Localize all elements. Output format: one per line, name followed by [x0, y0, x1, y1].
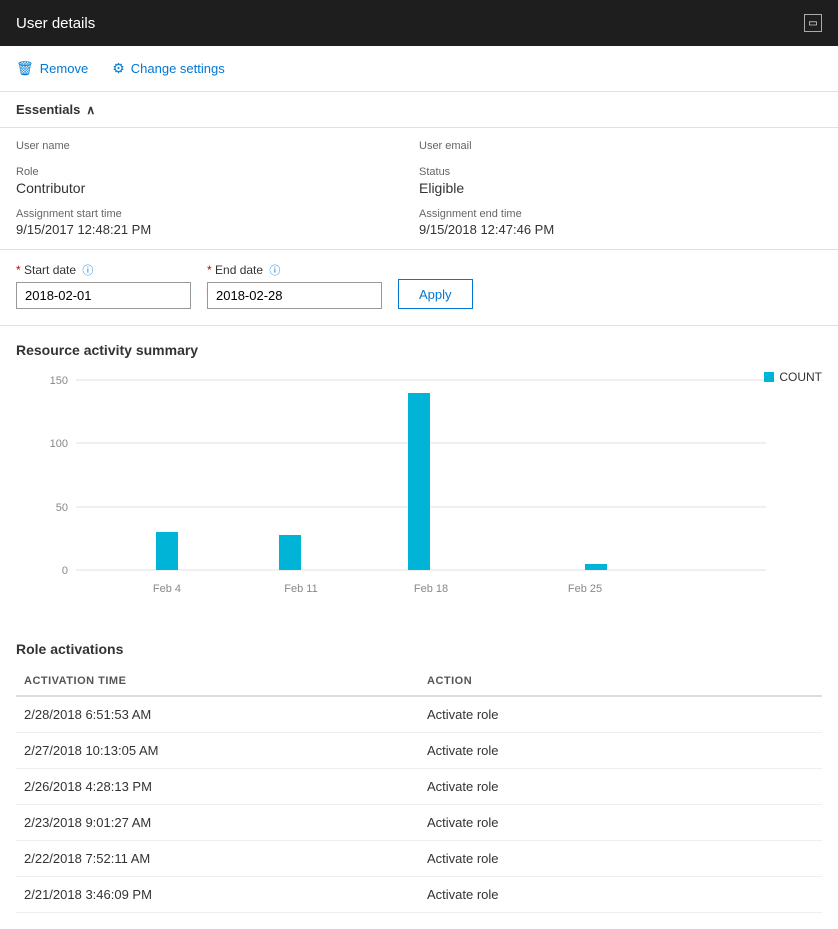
role-activations-section: Role activations ACTIVATION TIME ACTION …	[0, 625, 838, 929]
cell-time: 2/26/2018 4:28:13 PM	[16, 769, 419, 805]
table-row: 2/21/2018 3:46:09 PM Activate role	[16, 877, 822, 913]
table-row: 2/26/2018 4:28:13 PM Activate role	[16, 769, 822, 805]
essentials-grid: User name User email Role Contributor St…	[0, 128, 838, 250]
col-action: ACTION	[419, 669, 822, 696]
legend-label: COUNT	[779, 370, 822, 384]
start-date-label: * Start date ⓘ	[16, 262, 191, 278]
essentials-header: Essentials ∧	[0, 92, 838, 128]
essentials-collapse-icon[interactable]: ∧	[86, 103, 95, 117]
bar-feb25	[585, 564, 607, 570]
table-row: 2/28/2018 6:51:53 AM Activate role	[16, 696, 822, 733]
start-date-input-wrap: 📅	[16, 282, 191, 309]
table-row: 2/23/2018 9:01:27 AM Activate role	[16, 805, 822, 841]
cell-action: Activate role	[419, 841, 822, 877]
end-date-info-icon[interactable]: ⓘ	[269, 265, 280, 277]
remove-icon: 🗑	[16, 60, 34, 77]
role-activations-table: ACTIVATION TIME ACTION 2/28/2018 6:51:53…	[16, 669, 822, 913]
svg-text:Feb 11: Feb 11	[284, 583, 317, 595]
user-email-field: User email	[419, 140, 822, 154]
toolbar: 🗑 Remove ⚙ Change settings	[0, 46, 838, 92]
assignment-start-label: Assignment start time	[16, 208, 419, 220]
table-body: 2/28/2018 6:51:53 AM Activate role 2/27/…	[16, 696, 822, 913]
cell-action: Activate role	[419, 696, 822, 733]
chart-svg: 150 100 50 0 Feb 4 Feb 11 Feb 18 Feb 25	[36, 370, 796, 610]
svg-text:100: 100	[50, 438, 68, 450]
bar-feb18	[408, 393, 430, 570]
remove-label: Remove	[40, 61, 88, 76]
svg-text:Feb 4: Feb 4	[153, 583, 181, 595]
cell-time: 2/27/2018 10:13:05 AM	[16, 733, 419, 769]
start-date-input[interactable]	[25, 288, 201, 303]
chart-section: Resource activity summary COUNT 150 100 …	[0, 326, 838, 625]
user-name-field: User name	[16, 140, 419, 154]
bar-feb11	[279, 535, 301, 570]
restore-button[interactable]: ▭	[804, 14, 822, 32]
table-header: ACTIVATION TIME ACTION	[16, 669, 822, 696]
svg-text:150: 150	[50, 375, 68, 387]
cell-time: 2/23/2018 9:01:27 AM	[16, 805, 419, 841]
status-field: Status Eligible	[419, 166, 822, 196]
assignment-end-label: Assignment end time	[419, 208, 822, 220]
status-label: Status	[419, 166, 822, 178]
svg-text:50: 50	[56, 502, 68, 514]
svg-text:0: 0	[62, 565, 68, 577]
table-row: 2/27/2018 10:13:05 AM Activate role	[16, 733, 822, 769]
date-filter: * Start date ⓘ 📅 * End date ⓘ 📅 Apply	[0, 250, 838, 326]
title-bar: User details ▭	[0, 0, 838, 46]
change-settings-label: Change settings	[131, 61, 225, 76]
user-name-label: User name	[16, 140, 419, 152]
settings-icon: ⚙	[112, 60, 125, 77]
start-date-info-icon[interactable]: ⓘ	[82, 265, 93, 277]
cell-time: 2/28/2018 6:51:53 AM	[16, 696, 419, 733]
chart-title: Resource activity summary	[16, 342, 822, 358]
cell-action: Activate role	[419, 805, 822, 841]
end-date-input[interactable]	[216, 288, 392, 303]
role-value: Contributor	[16, 180, 419, 196]
end-date-input-wrap: 📅	[207, 282, 382, 309]
end-date-label: * End date ⓘ	[207, 262, 382, 278]
window-title: User details	[16, 15, 95, 32]
end-date-field: * End date ⓘ 📅	[207, 262, 382, 309]
chart-legend: COUNT	[764, 370, 822, 384]
role-label: Role	[16, 166, 419, 178]
apply-button[interactable]: Apply	[398, 279, 473, 309]
change-settings-button[interactable]: ⚙ Change settings	[112, 56, 225, 81]
table-row: 2/22/2018 7:52:11 AM Activate role	[16, 841, 822, 877]
start-date-required: *	[16, 263, 21, 277]
bar-feb4	[156, 532, 178, 570]
col-activation-time: ACTIVATION TIME	[16, 669, 419, 696]
cell-action: Activate role	[419, 769, 822, 805]
status-value: Eligible	[419, 180, 822, 196]
assignment-end-value: 9/15/2018 12:47:46 PM	[419, 222, 822, 237]
user-email-label: User email	[419, 140, 822, 152]
role-activations-title: Role activations	[16, 641, 822, 657]
cell-action: Activate role	[419, 733, 822, 769]
assignment-start-field: Assignment start time 9/15/2017 12:48:21…	[16, 208, 419, 237]
assignment-end-field: Assignment end time 9/15/2018 12:47:46 P…	[419, 208, 822, 237]
assignment-start-value: 9/15/2017 12:48:21 PM	[16, 222, 419, 237]
cell-time: 2/21/2018 3:46:09 PM	[16, 877, 419, 913]
svg-text:Feb 18: Feb 18	[414, 583, 448, 595]
window-controls: ▭	[804, 14, 822, 32]
legend-color-box	[764, 372, 774, 382]
cell-time: 2/22/2018 7:52:11 AM	[16, 841, 419, 877]
role-field: Role Contributor	[16, 166, 419, 196]
remove-button[interactable]: 🗑 Remove	[16, 56, 88, 81]
chart-container: COUNT 150 100 50 0	[16, 370, 822, 625]
end-date-required: *	[207, 263, 212, 277]
cell-action: Activate role	[419, 877, 822, 913]
essentials-label: Essentials	[16, 102, 80, 117]
start-date-field: * Start date ⓘ 📅	[16, 262, 191, 309]
svg-text:Feb 25: Feb 25	[568, 583, 602, 595]
